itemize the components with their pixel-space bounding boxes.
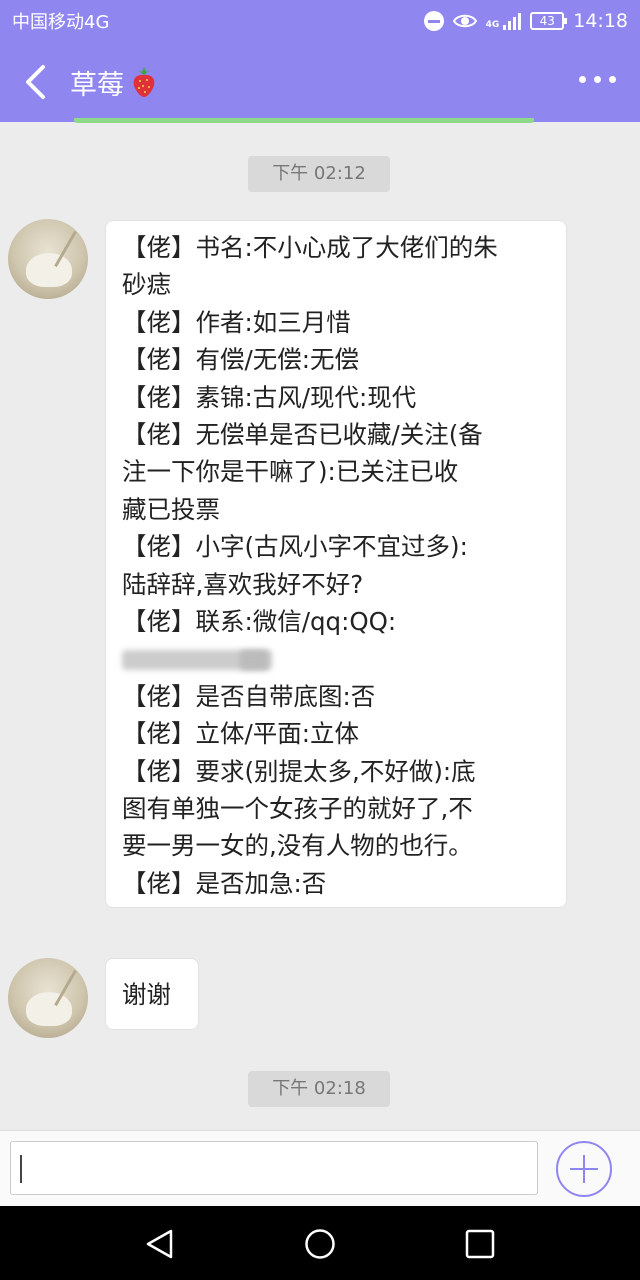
status-icons: 4G 43 14:18	[423, 10, 628, 32]
message-line: 藏已投票	[122, 494, 220, 524]
eye-icon	[452, 13, 477, 29]
message-text: 谢谢	[122, 980, 171, 1009]
strawberry-icon	[130, 66, 158, 98]
message-line: 注一下你是干嘛了):已关注已收	[122, 457, 459, 487]
message-line: 【佬】是否加急:否	[122, 868, 327, 898]
notice-strip	[74, 118, 534, 123]
status-bar: 中国移动4G 4G 43 14:18	[0, 0, 640, 42]
battery-icon: 43	[530, 12, 568, 30]
chat-title-text: 草莓	[70, 69, 124, 101]
message-line: 【佬】小字(古风小字不宜过多):	[122, 532, 468, 562]
chat-title: 草莓	[70, 63, 158, 102]
message-line: 砂痣	[122, 270, 171, 300]
message-bubble[interactable]: 谢谢	[105, 958, 199, 1030]
message-line: 【佬】无偿单是否已收藏/关注(备	[122, 420, 483, 450]
text-caret	[20, 1155, 22, 1183]
message-line: 【佬】立体/平面:立体	[122, 719, 360, 749]
add-attachment-button[interactable]	[556, 1141, 612, 1197]
message-line: 图有单独一个女孩子的就好了,不	[122, 794, 473, 824]
message-timestamp: 下午 02:12	[248, 156, 390, 192]
message-line: 【佬】素锦:古风/现代:现代	[122, 382, 417, 412]
message-line: 【佬】是否自带底图:否	[122, 681, 376, 711]
message-timestamp: 下午 02:18	[248, 1071, 390, 1107]
message-line: 【佬】联系:微信/qq:QQ:	[122, 607, 397, 637]
more-options-icon[interactable]	[579, 76, 616, 83]
clock: 14:18	[573, 10, 628, 32]
redacted-contact	[122, 640, 550, 677]
message-line: 【佬】书名:不小心成了大佬们的朱	[122, 233, 498, 262]
carrier-label: 中国移动4G	[12, 12, 110, 33]
message-input[interactable]	[10, 1141, 538, 1195]
chat-header: 草莓	[0, 42, 640, 122]
input-bar	[0, 1130, 640, 1206]
do-not-disturb-icon	[423, 11, 444, 31]
network-type-label: 4G	[485, 20, 500, 30]
message-line: 陆辞辞,喜欢我好不好?	[122, 569, 364, 599]
back-nav-icon[interactable]	[144, 1228, 176, 1260]
home-nav-icon[interactable]	[304, 1228, 336, 1260]
avatar[interactable]	[8, 219, 88, 299]
message-line: 【佬】要求(别提太多,不好做):底	[122, 756, 476, 786]
message-line: 要一男一女的,没有人物的也行。	[122, 831, 473, 861]
navigation-bar	[0, 1206, 640, 1280]
back-icon[interactable]	[0, 42, 70, 122]
message-line: 【佬】作者:如三月惜	[122, 307, 351, 337]
recents-nav-icon[interactable]	[464, 1228, 496, 1260]
signal-icon: 4G	[486, 12, 522, 30]
message-bubble[interactable]: 【佬】书名:不小心成了大佬们的朱 砂痣 【佬】作者:如三月惜 【佬】有偿/无偿:…	[105, 220, 567, 908]
avatar[interactable]	[8, 958, 88, 1038]
message-line: 【佬】有偿/无偿:无偿	[122, 345, 360, 375]
